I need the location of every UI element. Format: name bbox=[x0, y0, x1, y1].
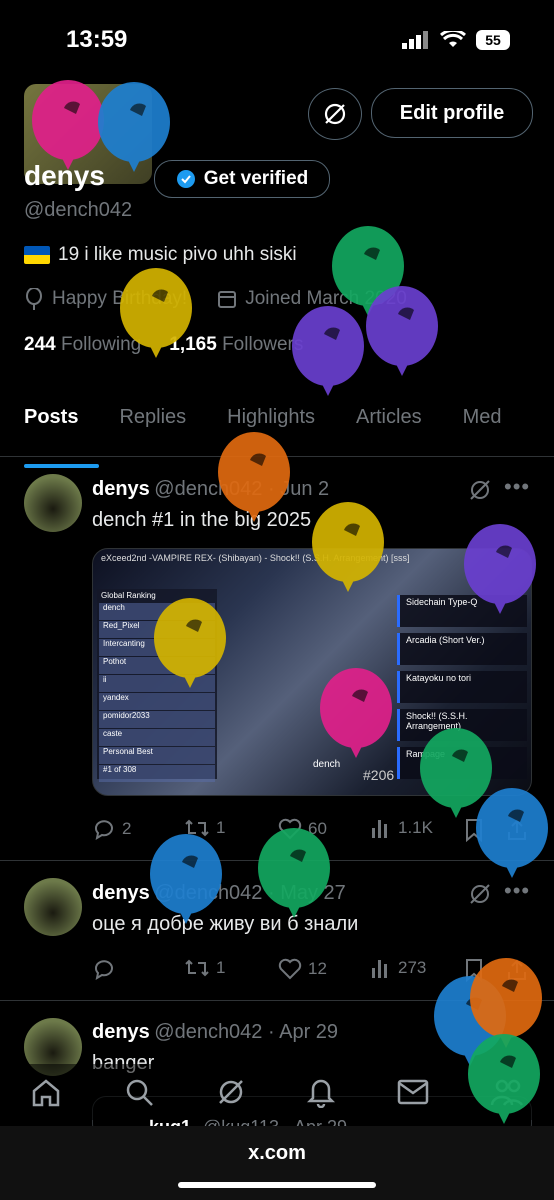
balloon-icon bbox=[26, 288, 42, 310]
bio-text: 19 i like music pivo uhh siski bbox=[58, 244, 297, 265]
heart-icon bbox=[278, 958, 302, 980]
status-time: 13:59 bbox=[66, 26, 128, 53]
post-author[interactable]: denys bbox=[92, 478, 150, 500]
profile-handle: @dench042 bbox=[24, 199, 133, 221]
song-item: Katayoku no tori bbox=[397, 671, 527, 703]
post-avatar[interactable] bbox=[24, 474, 82, 532]
rank-item: yandex bbox=[99, 693, 215, 710]
grok-icon bbox=[324, 103, 346, 125]
post-avatar[interactable] bbox=[24, 878, 82, 936]
view-count: 273 bbox=[398, 958, 427, 977]
balloon-icon bbox=[476, 788, 548, 878]
grok-icon[interactable] bbox=[216, 1077, 246, 1107]
post-header: denys @dench042 · Apr 29 bbox=[92, 1021, 338, 1044]
like-count: 12 bbox=[308, 959, 327, 978]
repost-button[interactable]: 1 bbox=[184, 958, 225, 978]
balloon-icon bbox=[150, 834, 222, 924]
media-number: #206 bbox=[363, 767, 395, 783]
post-author[interactable]: denys bbox=[92, 1021, 150, 1043]
reply-icon bbox=[95, 820, 113, 840]
reply-button[interactable] bbox=[92, 958, 122, 980]
more-icon[interactable]: ••• bbox=[504, 474, 530, 500]
post-meta: @dench042 · Apr 29 bbox=[154, 1021, 339, 1043]
balloon-icon bbox=[120, 268, 192, 358]
grok-icon[interactable] bbox=[468, 882, 492, 906]
balloon-icon bbox=[292, 306, 364, 396]
signal-icon bbox=[402, 31, 428, 49]
balloon-icon bbox=[258, 828, 330, 918]
balloon-icon bbox=[468, 1034, 540, 1124]
repost-icon bbox=[185, 959, 209, 977]
post-author[interactable]: denys bbox=[92, 882, 150, 904]
tab-articles[interactable]: Articles bbox=[332, 396, 439, 456]
views-icon bbox=[372, 820, 387, 838]
search-icon[interactable] bbox=[123, 1076, 155, 1108]
reply-icon bbox=[95, 960, 113, 980]
grok-icon[interactable] bbox=[468, 478, 492, 502]
balloon-icon bbox=[366, 286, 438, 376]
grok-button[interactable] bbox=[308, 88, 362, 140]
like-button[interactable]: 12 bbox=[278, 958, 327, 980]
home-icon[interactable] bbox=[30, 1077, 62, 1107]
tab-posts[interactable]: Posts bbox=[0, 396, 100, 468]
repost-count: 1 bbox=[216, 958, 226, 977]
rank-item: pomidor2033 bbox=[99, 711, 215, 728]
post-header: denys @dench042 · Jun 2 bbox=[92, 478, 329, 501]
following-count: 244 bbox=[24, 334, 56, 355]
bell-icon[interactable] bbox=[306, 1076, 336, 1108]
calendar-icon bbox=[218, 291, 237, 308]
home-indicator bbox=[178, 1182, 376, 1188]
status-icons: 55 bbox=[402, 30, 510, 50]
balloon-icon bbox=[32, 80, 104, 170]
balloon-icon bbox=[464, 524, 536, 614]
balloon-icon bbox=[154, 598, 226, 688]
ukraine-flag-icon bbox=[24, 246, 50, 264]
balloon-icon bbox=[218, 432, 290, 522]
balloon-icon bbox=[98, 82, 170, 172]
views-button[interactable]: 273 bbox=[370, 958, 426, 978]
reply-count: 2 bbox=[122, 819, 132, 838]
verified-badge-icon bbox=[176, 170, 195, 188]
mail-icon[interactable] bbox=[397, 1079, 429, 1105]
balloon-icon bbox=[320, 668, 392, 758]
rank-item: caste bbox=[99, 729, 215, 746]
get-verified-button[interactable]: Get verified bbox=[154, 160, 330, 198]
rank-item: Personal Best bbox=[99, 747, 215, 764]
rank-item: #1 of 308 bbox=[99, 765, 215, 782]
profile-bio: 19 i like music pivo uhh siski bbox=[24, 244, 297, 266]
browser-url[interactable]: x.com bbox=[0, 1142, 554, 1165]
tab-media[interactable]: Med bbox=[439, 396, 519, 456]
get-verified-label: Get verified bbox=[203, 168, 309, 189]
views-icon bbox=[372, 960, 387, 978]
balloon-icon bbox=[312, 502, 384, 592]
tab-replies[interactable]: Replies bbox=[95, 396, 203, 456]
wifi-icon bbox=[440, 31, 466, 47]
reply-button[interactable]: 2 bbox=[92, 818, 131, 840]
song-item: Arcadia (Short Ver.) bbox=[397, 633, 527, 665]
edit-profile-button[interactable]: Edit profile bbox=[371, 88, 533, 138]
battery-indicator: 55 bbox=[476, 30, 510, 50]
